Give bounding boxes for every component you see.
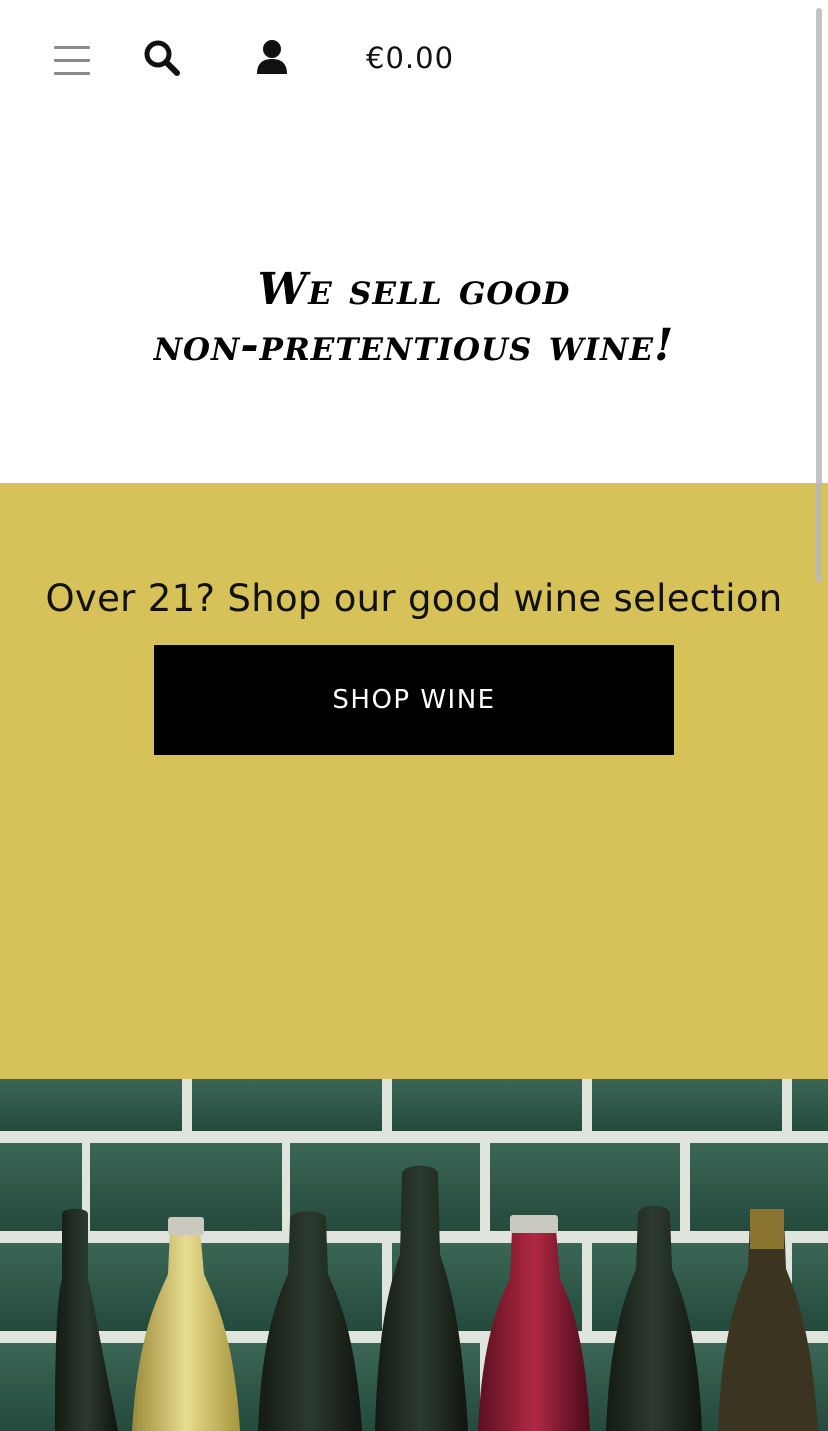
promo-section: Over 21? Shop our good wine selection SH… [0, 483, 828, 1079]
tagline-line-1: We sell good [257, 264, 571, 315]
user-account-icon[interactable] [252, 38, 292, 78]
page-scrollbar[interactable] [816, 8, 822, 583]
cart-total[interactable]: €0.00 [366, 38, 454, 78]
site-header: €0.00 [0, 0, 828, 120]
hero-section: We sell good non-pretentious wine! [0, 120, 828, 483]
wine-bottles-banner-image [0, 1079, 828, 1431]
shop-wine-button[interactable]: SHOP WINE [154, 645, 674, 755]
wine-bottles-illustration [0, 1079, 828, 1431]
tagline: We sell good non-pretentious wine! [0, 262, 828, 374]
search-icon[interactable] [142, 38, 182, 78]
tagline-line-2: non-pretentious wine! [153, 320, 675, 371]
hamburger-menu-icon[interactable] [54, 46, 90, 76]
promo-text: Over 21? Shop our good wine selection [45, 577, 783, 620]
